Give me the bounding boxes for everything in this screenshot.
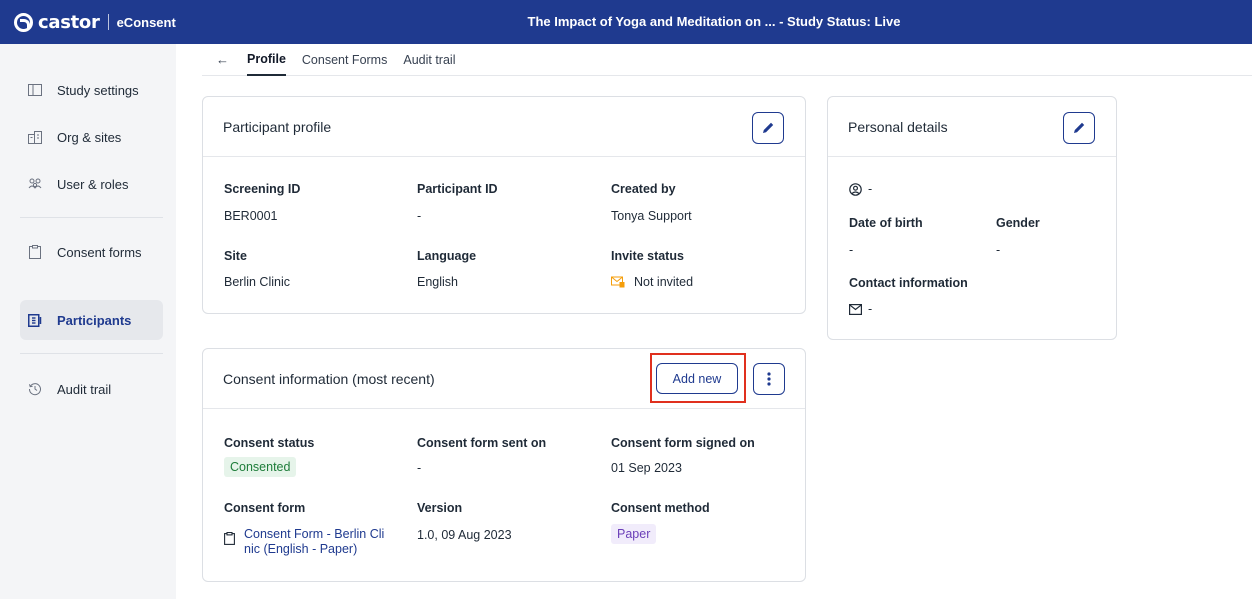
profile-tabs: ← Profile Consent Forms Audit trail — [202, 44, 1252, 76]
tab-consent-forms[interactable]: Consent Forms — [302, 44, 387, 76]
vertical-dots-icon — [767, 372, 771, 386]
card-title: Personal details — [848, 118, 948, 135]
contact-email: - — [849, 302, 872, 316]
participant-id-label: Participant ID — [417, 182, 498, 196]
version-label: Version — [417, 501, 463, 515]
participant-name-value: - — [868, 182, 873, 196]
sidebar-item-label: Audit trail — [57, 381, 112, 397]
participant-name: - — [849, 182, 872, 196]
consent-signed-on-value: 01 Sep 2023 — [611, 461, 682, 475]
contact-email-value: - — [868, 302, 873, 316]
card-title: Participant profile — [223, 118, 332, 135]
consent-sent-on-value: - — [417, 461, 422, 475]
consent-method-badge: Paper — [611, 524, 657, 544]
created-by-label: Created by — [611, 182, 676, 196]
sidebar-divider — [20, 217, 163, 218]
more-options-button[interactable] — [753, 363, 785, 395]
consent-form-link-line1: Consent Form - Berlin Cli — [244, 527, 385, 541]
sidebar-divider — [20, 353, 163, 354]
dob-label: Date of birth — [849, 216, 923, 230]
invite-status-label: Invite status — [611, 249, 684, 263]
site-value: Berlin Clinic — [224, 275, 290, 289]
site-label: Site — [224, 249, 247, 263]
user-circle-icon — [849, 182, 862, 196]
edit-personal-details-button[interactable] — [1063, 112, 1095, 144]
sidebar-item-participants[interactable]: Participants — [20, 300, 163, 340]
dob-value: - — [849, 243, 854, 257]
personal-details-header: Personal details — [828, 97, 1116, 157]
language-label: Language — [417, 249, 477, 263]
clipboard-icon — [28, 245, 42, 259]
consent-form-link[interactable]: Consent Form - Berlin Cli nic (English -… — [244, 527, 384, 557]
sidebar-item-user-roles[interactable]: User & roles — [20, 164, 163, 204]
envelope-icon — [849, 303, 862, 315]
language-value: English — [417, 275, 458, 289]
envelope-warning-icon — [611, 276, 625, 288]
version-value: 1.0, 09 Aug 2023 — [417, 528, 512, 542]
sidebar: Study settings Org & sites User & roles … — [0, 44, 176, 599]
sidebar-item-label: Consent forms — [57, 244, 142, 260]
sidebar-item-label: User & roles — [57, 176, 129, 192]
participant-id-value: - — [417, 209, 422, 223]
study-title: The Impact of Yoga and Meditation on ...… — [527, 14, 901, 29]
consent-signed-on-label: Consent form signed on — [611, 436, 755, 450]
participant-profile-card: Participant profile Screening ID BER0001… — [202, 96, 806, 314]
screening-id-label: Screening ID — [224, 182, 301, 196]
consent-form-link-line2: nic (English - Paper) — [244, 542, 358, 556]
screening-id-value: BER0001 — [224, 209, 278, 223]
edit-profile-button[interactable] — [752, 112, 784, 144]
pencil-icon — [1074, 122, 1085, 133]
product-name: eConsent — [116, 14, 176, 30]
consent-status-label: Consent status — [224, 436, 315, 450]
gender-label: Gender — [996, 216, 1040, 230]
sidebar-item-label: Org & sites — [57, 129, 122, 145]
study-settings-icon — [28, 83, 42, 97]
users-icon — [28, 177, 42, 191]
participants-icon — [28, 313, 42, 327]
brand[interactable]: castor eConsent — [0, 0, 176, 44]
add-new-consent-button[interactable]: Add new — [656, 363, 738, 394]
created-by-value: Tonya Support — [611, 209, 692, 223]
top-bar: castor eConsent The Impact of Yoga and M… — [0, 0, 1252, 44]
consent-sent-on-label: Consent form sent on — [417, 436, 547, 450]
pencil-icon — [763, 122, 774, 133]
sidebar-item-org-sites[interactable]: Org & sites — [20, 117, 163, 157]
building-icon — [28, 130, 42, 144]
tab-profile[interactable]: Profile — [247, 44, 286, 76]
brand-divider — [107, 14, 109, 30]
gender-value: - — [996, 243, 1001, 257]
invite-status-text: Not invited — [634, 275, 694, 289]
sidebar-item-label: Participants — [57, 312, 132, 328]
castor-logo-icon — [14, 12, 33, 32]
sidebar-item-label: Study settings — [57, 82, 139, 98]
card-title: Consent information (most recent) — [223, 370, 435, 387]
participant-profile-header: Participant profile — [203, 97, 805, 157]
invite-status-value: Not invited — [611, 275, 693, 289]
back-arrow-icon[interactable]: ← — [216, 52, 229, 67]
consent-method-label: Consent method — [611, 501, 710, 515]
contact-info-label: Contact information — [849, 276, 968, 290]
consent-form-label: Consent form — [224, 501, 306, 515]
logo-text: castor — [38, 11, 100, 33]
history-icon — [28, 382, 42, 396]
personal-details-card: Personal details - Date of birth - Gende… — [827, 96, 1117, 340]
sidebar-item-consent-forms[interactable]: Consent forms — [20, 232, 163, 272]
document-icon — [224, 532, 235, 545]
consent-status-badge: Consented — [224, 457, 297, 477]
sidebar-item-audit-trail[interactable]: Audit trail — [20, 369, 163, 409]
tab-audit-trail[interactable]: Audit trail — [403, 44, 455, 76]
sidebar-item-study-settings[interactable]: Study settings — [20, 70, 163, 110]
